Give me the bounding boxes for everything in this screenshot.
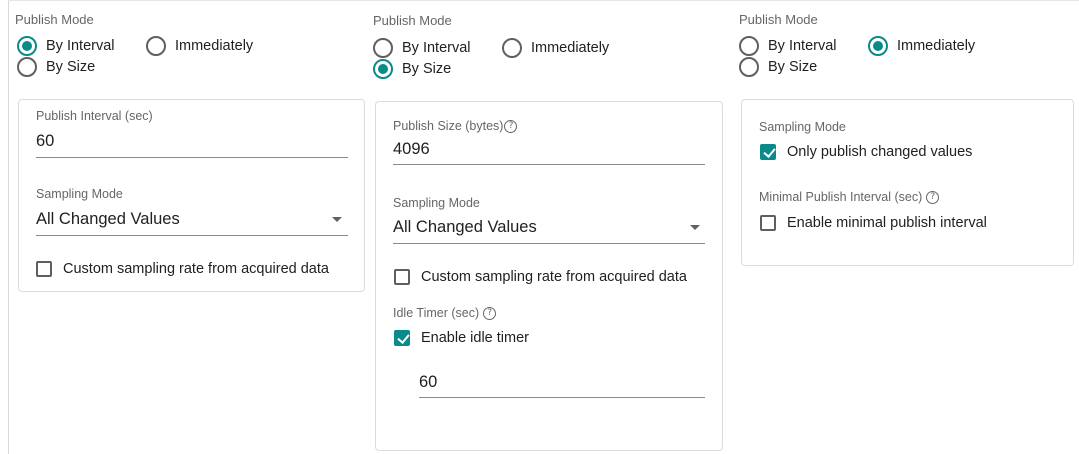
publish-interval-label: Publish Interval (sec)	[36, 109, 153, 123]
custom-sampling-checkbox[interactable]: Custom sampling rate from acquired data	[36, 261, 329, 277]
radio-immediately-label: Immediately	[897, 38, 976, 54]
radio-immediately[interactable]: Immediately	[868, 36, 975, 56]
radio-by-size-label: By Size	[46, 59, 96, 75]
publish-mode-label: Publish Mode	[373, 13, 452, 28]
minimal-interval-label-text: Minimal Publish Interval (sec)	[759, 190, 923, 204]
radio-selected-icon	[373, 59, 393, 79]
radio-unselected-icon	[17, 57, 37, 77]
publish-interval-input[interactable]: 60	[36, 132, 54, 151]
radio-by-size-label: By Size	[402, 61, 452, 77]
radio-by-size[interactable]: By Size	[373, 59, 451, 79]
enable-minimal-interval-label: Enable minimal publish interval	[787, 215, 987, 231]
radio-by-interval[interactable]: By Interval	[373, 38, 471, 58]
sampling-mode-select[interactable]: All Changed Values	[393, 218, 537, 237]
sampling-mode-underline	[36, 235, 348, 236]
help-icon[interactable]: ?	[483, 307, 497, 321]
radio-unselected-icon	[739, 57, 759, 77]
settings-card: Publish Size (bytes)? 4096 Sampling Mode…	[375, 101, 723, 451]
checkbox-unchecked-icon	[36, 261, 52, 277]
idle-timer-underline	[419, 397, 705, 398]
sampling-mode-underline	[393, 243, 705, 244]
radio-by-size[interactable]: By Size	[739, 57, 817, 77]
radio-selected-icon	[868, 36, 888, 56]
radio-unselected-icon	[502, 38, 522, 58]
publish-size-label-text: Publish Size (bytes)	[393, 119, 504, 133]
radio-by-interval[interactable]: By Interval	[17, 36, 115, 56]
radio-immediately[interactable]: Immediately	[502, 38, 609, 58]
radio-by-interval-label: By Interval	[402, 40, 471, 56]
settings-card: Sampling Mode Only publish changed value…	[741, 99, 1074, 266]
radio-by-size-label: By Size	[768, 59, 818, 75]
publish-size-label: Publish Size (bytes)?	[393, 119, 518, 134]
checkbox-checked-icon	[394, 330, 410, 346]
sampling-mode-label: Sampling Mode	[393, 196, 480, 210]
publish-size-input[interactable]: 4096	[393, 140, 430, 159]
radio-selected-icon	[17, 36, 37, 56]
custom-sampling-label: Custom sampling rate from acquired data	[63, 261, 329, 277]
sampling-mode-label: Sampling Mode	[759, 120, 846, 134]
sampling-mode-select[interactable]: All Changed Values	[36, 210, 180, 229]
publish-interval-underline	[36, 157, 348, 158]
radio-unselected-icon	[146, 36, 166, 56]
publish-mode-label: Publish Mode	[739, 12, 818, 27]
radio-unselected-icon	[739, 36, 759, 56]
chevron-down-icon[interactable]	[690, 225, 700, 230]
only-changed-checkbox[interactable]: Only publish changed values	[760, 144, 972, 160]
custom-sampling-label: Custom sampling rate from acquired data	[421, 269, 687, 285]
enable-minimal-interval-checkbox[interactable]: Enable minimal publish interval	[760, 215, 987, 231]
radio-by-size[interactable]: By Size	[17, 57, 95, 77]
checkbox-unchecked-icon	[760, 215, 776, 231]
frame-left-border	[8, 0, 9, 454]
radio-immediately[interactable]: Immediately	[146, 36, 253, 56]
help-icon[interactable]: ?	[926, 191, 940, 205]
publish-size-underline	[393, 164, 705, 165]
frame-top-border	[8, 0, 1079, 1]
publish-mode-label: Publish Mode	[15, 12, 94, 27]
chevron-down-icon[interactable]	[332, 217, 342, 222]
radio-by-interval-label: By Interval	[768, 38, 837, 54]
idle-timer-input[interactable]: 60	[419, 373, 437, 392]
settings-card: Publish Interval (sec) 60 Sampling Mode …	[18, 99, 365, 292]
radio-by-interval[interactable]: By Interval	[739, 36, 837, 56]
idle-timer-label-text: Idle Timer (sec)	[393, 306, 480, 320]
custom-sampling-checkbox[interactable]: Custom sampling rate from acquired data	[394, 269, 687, 285]
idle-timer-label: Idle Timer (sec)?	[393, 306, 497, 321]
radio-by-interval-label: By Interval	[46, 38, 115, 54]
sampling-mode-label: Sampling Mode	[36, 187, 123, 201]
help-icon[interactable]: ?	[504, 120, 518, 134]
checkbox-unchecked-icon	[394, 269, 410, 285]
enable-idle-timer-checkbox[interactable]: Enable idle timer	[394, 330, 529, 346]
checkbox-checked-icon	[760, 144, 776, 160]
enable-idle-timer-label: Enable idle timer	[421, 330, 529, 346]
minimal-interval-label: Minimal Publish Interval (sec)?	[759, 190, 940, 205]
radio-unselected-icon	[373, 38, 393, 58]
radio-immediately-label: Immediately	[175, 38, 254, 54]
only-changed-label: Only publish changed values	[787, 144, 973, 160]
radio-immediately-label: Immediately	[531, 40, 610, 56]
